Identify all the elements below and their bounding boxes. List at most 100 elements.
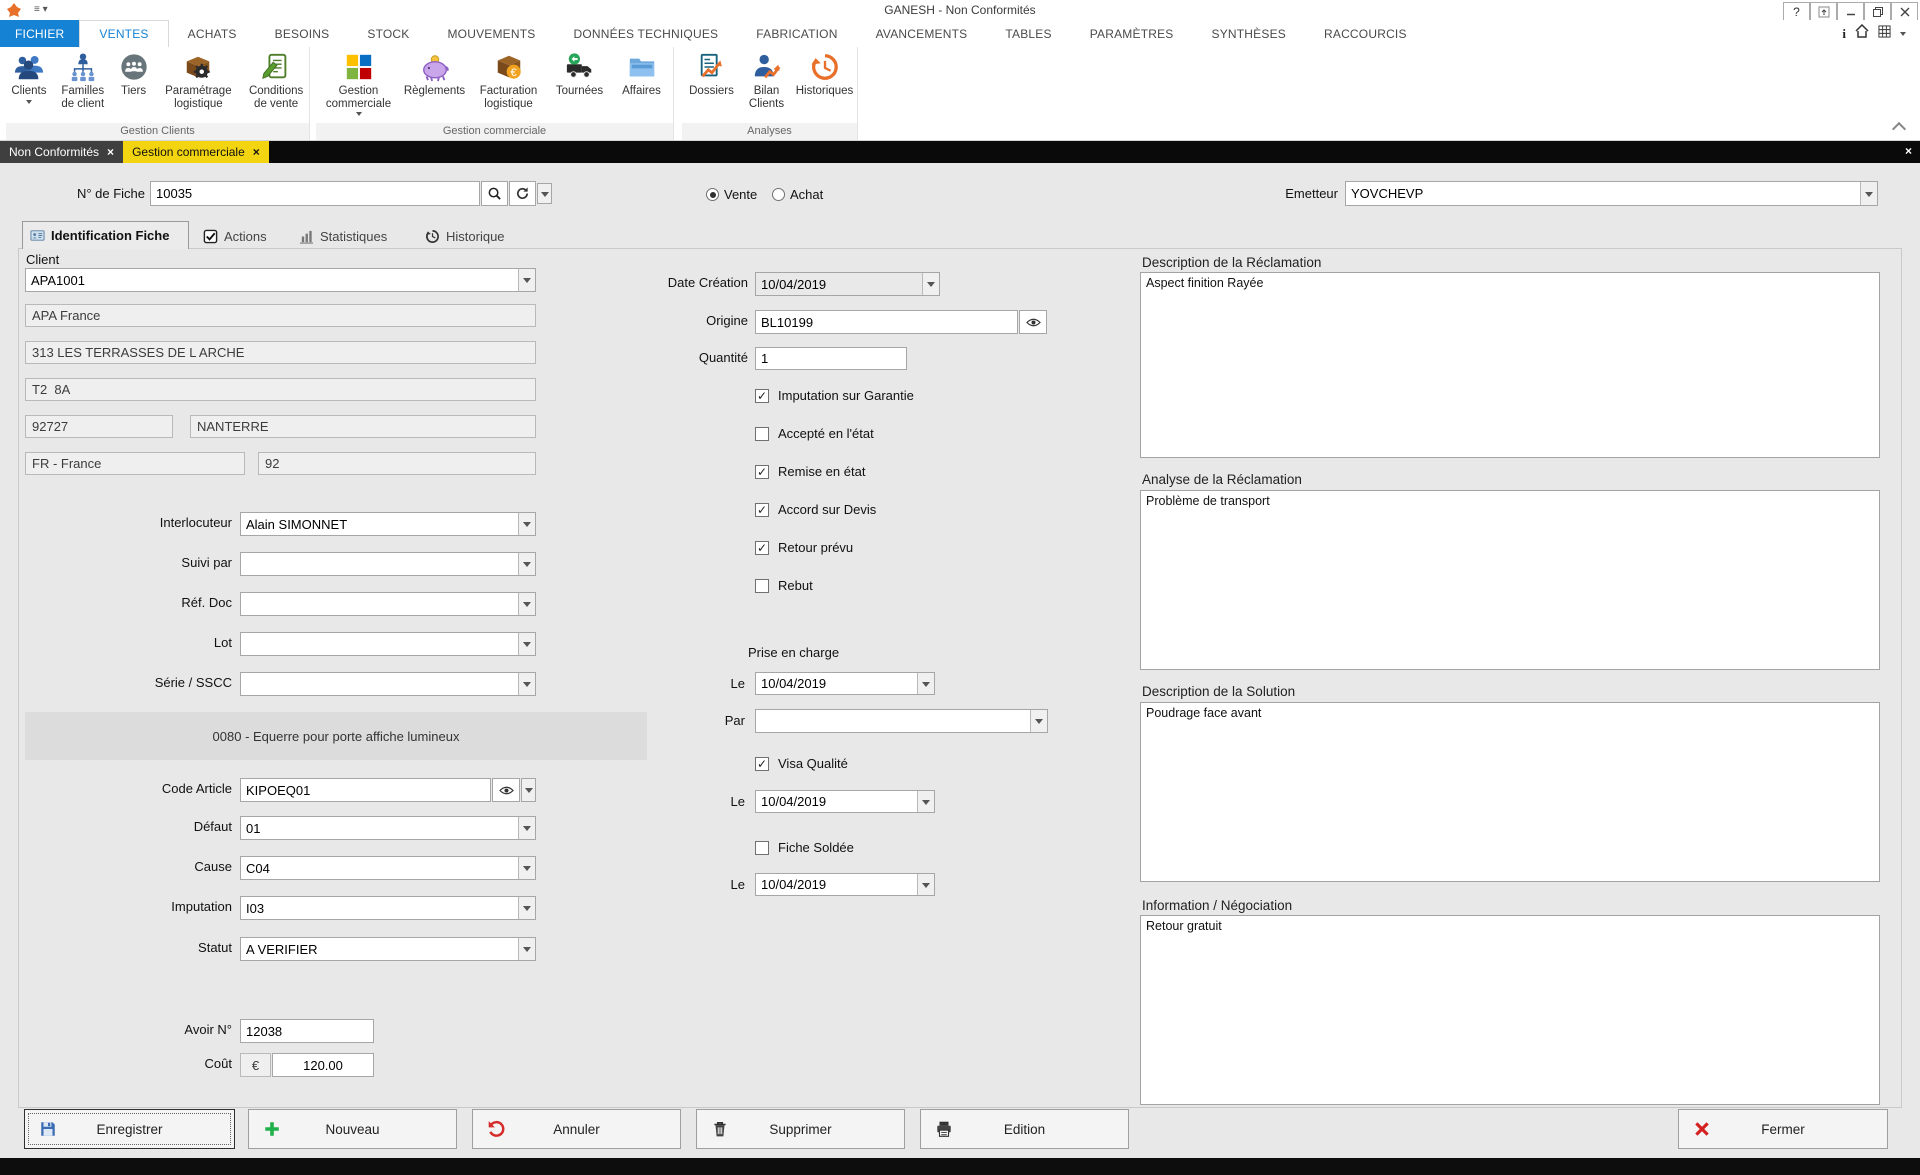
chevron-down-icon[interactable] [518, 513, 535, 535]
cause-combo[interactable]: C04 [240, 856, 536, 880]
chevron-down-icon[interactable] [518, 857, 535, 879]
close-all-tabs-icon[interactable]: × [1905, 144, 1912, 158]
lot-combo[interactable] [240, 632, 536, 656]
chevron-down-icon[interactable] [917, 874, 934, 895]
info-icon[interactable]: i [1842, 26, 1846, 42]
code-article-dropdown[interactable] [521, 778, 536, 802]
fiche-number-input[interactable] [150, 181, 480, 206]
retour-prevu-checkbox[interactable] [755, 541, 769, 555]
ribbon-familles-client-button[interactable]: Familles de client [52, 47, 114, 123]
close-window-button[interactable] [1891, 2, 1918, 21]
rebut-label[interactable]: Rebut [778, 578, 813, 593]
achat-radio-label[interactable]: Achat [790, 187, 823, 202]
visa-date-combo[interactable]: 10/04/2019 [755, 790, 935, 813]
chevron-down-icon[interactable] [518, 593, 535, 615]
quantite-input[interactable] [755, 347, 907, 370]
menu-ventes[interactable]: VENTES [79, 20, 168, 47]
description-reclamation-textarea[interactable]: Aspect finition Rayée [1140, 272, 1880, 458]
rebut-checkbox[interactable] [755, 579, 769, 593]
menu-besoins[interactable]: BESOINS [256, 20, 349, 47]
chevron-down-icon[interactable] [518, 633, 535, 655]
chevron-down-icon[interactable] [518, 673, 535, 695]
ribbon-dossiers-button[interactable]: Dossiers [683, 47, 741, 123]
tab-identification-fiche[interactable]: Identification Fiche [22, 221, 189, 249]
description-solution-textarea[interactable]: Poudrage face avant [1140, 702, 1880, 882]
menu-raccourcis[interactable]: RACCOURCIS [1305, 20, 1426, 47]
pec-date-combo[interactable]: 10/04/2019 [755, 672, 935, 695]
minimize-button[interactable] [1837, 2, 1864, 21]
chevron-down-icon[interactable] [1030, 710, 1047, 732]
accord-devis-label[interactable]: Accord sur Devis [778, 502, 876, 517]
search-button[interactable] [481, 181, 508, 206]
chevron-down-icon[interactable] [917, 673, 934, 694]
search-options-dropdown[interactable] [537, 183, 552, 204]
imputation-combo[interactable]: I03 [240, 896, 536, 920]
interlocuteur-combo[interactable]: Alain SIMONNET [240, 512, 536, 536]
origine-input[interactable] [755, 310, 1018, 334]
tab-gestion-commerciale[interactable]: Gestion commerciale × [123, 141, 269, 163]
ribbon-reglements-button[interactable]: Règlements [400, 47, 470, 123]
soldee-date-combo[interactable]: 10/04/2019 [755, 873, 935, 896]
menu-parametres[interactable]: PARAMÈTRES [1071, 20, 1193, 47]
chevron-down-icon[interactable] [1860, 182, 1877, 205]
tab-actions[interactable]: Actions [196, 224, 284, 248]
chevron-down-icon[interactable] [518, 938, 535, 960]
imputation-garantie-checkbox[interactable] [755, 389, 769, 403]
new-button[interactable]: Nouveau [248, 1109, 457, 1149]
date-creation-combo[interactable]: 10/04/2019 [755, 272, 940, 296]
chevron-down-icon[interactable] [518, 553, 535, 575]
delete-button[interactable]: Supprimer [696, 1109, 905, 1149]
par-combo[interactable] [755, 709, 1048, 733]
fiche-soldee-checkbox[interactable] [755, 841, 769, 855]
defaut-combo[interactable]: 01 [240, 816, 536, 840]
ribbon-clients-button[interactable]: Clients [6, 47, 52, 123]
cancel-button[interactable]: Annuler [472, 1109, 681, 1149]
ribbon-facturation-logistique-button[interactable]: € Facturation logistique [470, 47, 548, 123]
refresh-button[interactable] [509, 181, 536, 206]
vente-radio-label[interactable]: Vente [724, 187, 757, 202]
visa-qualite-checkbox[interactable] [755, 757, 769, 771]
suivi-par-combo[interactable] [240, 552, 536, 576]
accepte-etat-label[interactable]: Accepté en l'état [778, 426, 874, 441]
retour-prevu-label[interactable]: Retour prévu [778, 540, 853, 555]
cout-input[interactable] [272, 1053, 374, 1077]
serie-sscc-combo[interactable] [240, 672, 536, 696]
chevron-down-icon[interactable] [1900, 32, 1906, 39]
chevron-down-icon[interactable] [917, 791, 934, 812]
avoir-input[interactable] [240, 1019, 374, 1043]
emetteur-combo[interactable]: YOVCHEVP [1345, 181, 1878, 206]
close-button[interactable]: Fermer [1678, 1109, 1888, 1149]
ribbon-conditions-vente-button[interactable]: Conditions de vente [243, 47, 309, 123]
table-view-icon[interactable] [1878, 25, 1891, 43]
tab-non-conformites[interactable]: Non Conformités × [0, 141, 123, 163]
remise-etat-label[interactable]: Remise en état [778, 464, 865, 479]
visa-qualite-label[interactable]: Visa Qualité [778, 756, 848, 771]
ref-doc-combo[interactable] [240, 592, 536, 616]
restore-button[interactable] [1864, 2, 1891, 21]
accord-devis-checkbox[interactable] [755, 503, 769, 517]
client-code-combo[interactable]: APA1001 [25, 268, 536, 292]
imputation-garantie-label[interactable]: Imputation sur Garantie [778, 388, 914, 403]
menu-mouvements[interactable]: MOUVEMENTS [428, 20, 554, 47]
statut-combo[interactable]: A VERIFIER [240, 937, 536, 961]
fiche-soldee-label[interactable]: Fiche Soldée [778, 840, 854, 855]
menu-donnees-techniques[interactable]: DONNÉES TECHNIQUES [555, 20, 738, 47]
ribbon-historiques-button[interactable]: Historiques [793, 47, 857, 123]
tab-historique[interactable]: Historique [418, 224, 518, 248]
ribbon-parametrage-logistique-button[interactable]: Paramétrage logistique [154, 47, 244, 123]
view-origine-button[interactable] [1019, 310, 1047, 334]
view-article-button[interactable] [492, 778, 520, 802]
vente-radio[interactable] [706, 188, 719, 201]
chevron-down-icon[interactable] [518, 817, 535, 839]
ribbon-gestion-commerciale-button[interactable]: Gestion commerciale [318, 47, 400, 123]
edition-button[interactable]: Edition [920, 1109, 1129, 1149]
remise-etat-checkbox[interactable] [755, 465, 769, 479]
menu-syntheses[interactable]: SYNTHÈSES [1193, 20, 1306, 47]
menu-achats[interactable]: ACHATS [169, 20, 256, 47]
save-button[interactable]: Enregistrer [24, 1109, 235, 1149]
ribbon-bilan-clients-button[interactable]: Bilan Clients [741, 47, 793, 123]
tab-statistiques[interactable]: Statistiques [292, 224, 398, 248]
menu-tables[interactable]: TABLES [986, 20, 1070, 47]
ribbon-tiers-button[interactable]: Tiers [114, 47, 154, 123]
ribbon-tournees-button[interactable]: Tournées [548, 47, 612, 123]
